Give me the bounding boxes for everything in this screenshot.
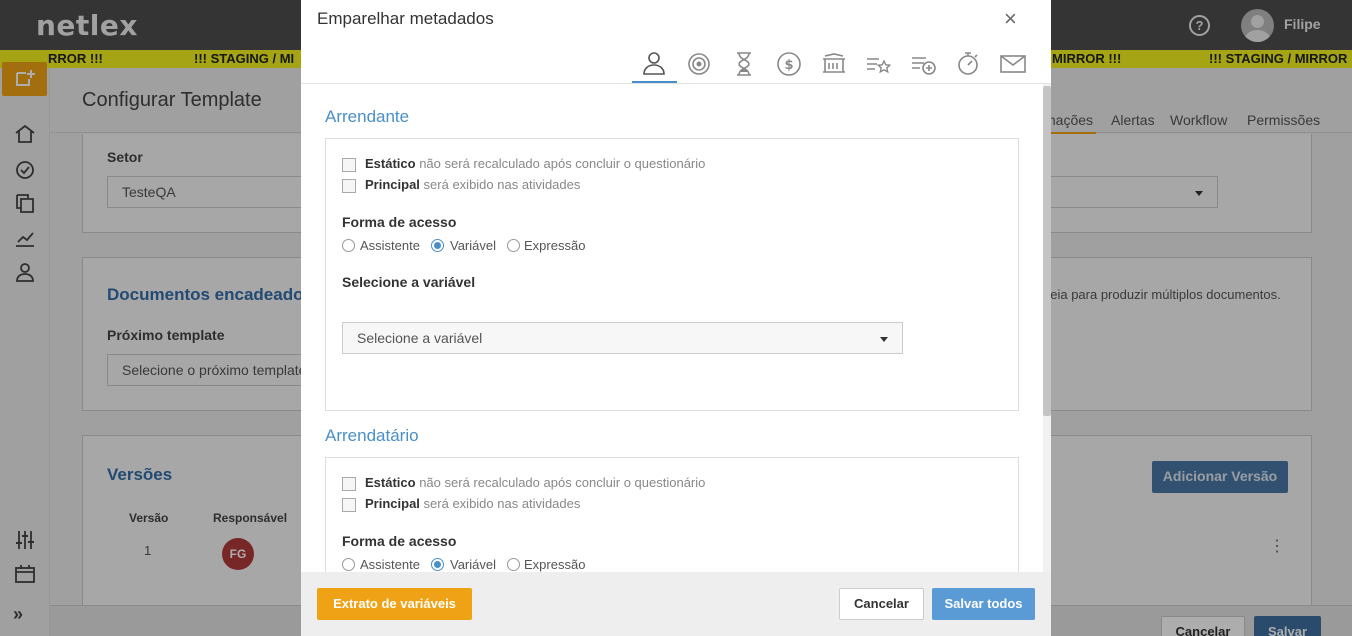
radio-variavel-label: Variável <box>450 238 497 253</box>
modal-footer: Extrato de variáveis Cancelar Salvar tod… <box>301 572 1051 636</box>
radio-variavel-label: Variável <box>450 557 497 572</box>
close-icon[interactable]: × <box>1004 8 1017 30</box>
estatico-checkbox[interactable] <box>342 158 356 172</box>
bank-icon[interactable] <box>821 50 847 76</box>
modal-body: Arrendante Estático não será recalculado… <box>301 84 1051 572</box>
principal-label: Principal será exibido nas atividades <box>365 496 581 511</box>
radio-assistente[interactable] <box>342 558 355 571</box>
radio-variavel[interactable] <box>431 239 444 252</box>
radio-variavel[interactable] <box>431 558 444 571</box>
modal-scrollbar-thumb[interactable] <box>1043 86 1051 416</box>
variavel-label: Selecione a variável <box>342 274 476 290</box>
chevron-down-icon <box>880 337 888 342</box>
svg-text:$: $ <box>784 58 793 73</box>
arrendatario-title: Arrendatário <box>325 426 419 445</box>
estatico-label: Estático não será recalculado após concl… <box>365 475 706 490</box>
radio-expressao-label: Expressão <box>524 557 586 572</box>
extrato-variaveis-button[interactable]: Extrato de variáveis <box>317 588 472 620</box>
arrendante-box: Estático não será recalculado após concl… <box>325 138 1019 411</box>
principal-label: Principal será exibido nas atividades <box>365 177 581 192</box>
forma-acesso-label: Forma de acesso <box>342 533 457 549</box>
person-icon[interactable] <box>641 50 667 76</box>
modal-title: Emparelhar metadados <box>317 9 494 28</box>
estatico-label: Estático não será recalculado após concl… <box>365 156 706 171</box>
list-add-icon[interactable] <box>910 50 936 76</box>
radio-expressao[interactable] <box>507 558 520 571</box>
principal-checkbox[interactable] <box>342 498 356 512</box>
save-all-button[interactable]: Salvar todos <box>932 588 1035 620</box>
variavel-select[interactable]: Selecione a variável <box>342 322 903 354</box>
target-icon[interactable] <box>686 50 712 76</box>
variavel-select-value: Selecione a variável <box>357 330 483 346</box>
app-root: netlex ? Filipe RROR !!! !!! STAGING / M… <box>0 0 1352 636</box>
estatico-checkbox[interactable] <box>342 477 356 491</box>
radio-assistente-label: Assistente <box>360 238 420 253</box>
radio-assistente[interactable] <box>342 239 355 252</box>
arrendatario-box: Estático não será recalculado após concl… <box>325 457 1019 572</box>
list-star-icon[interactable] <box>865 50 892 76</box>
radio-expressao-label: Expressão <box>524 238 586 253</box>
radio-assistente-label: Assistente <box>360 557 420 572</box>
stopwatch-icon[interactable] <box>955 50 981 76</box>
cancel-button[interactable]: Cancelar <box>839 588 924 620</box>
mail-icon[interactable] <box>1000 50 1026 76</box>
forma-acesso-label: Forma de acesso <box>342 214 457 230</box>
hourglass-icon[interactable] <box>731 50 757 76</box>
principal-checkbox[interactable] <box>342 179 356 193</box>
radio-expressao[interactable] <box>507 239 520 252</box>
dollar-icon[interactable]: $ <box>776 50 802 76</box>
arrendante-title: Arrendante <box>325 107 410 126</box>
emparelhar-metadados-modal: Emparelhar metadados × $ Arrendante Está… <box>301 0 1051 636</box>
